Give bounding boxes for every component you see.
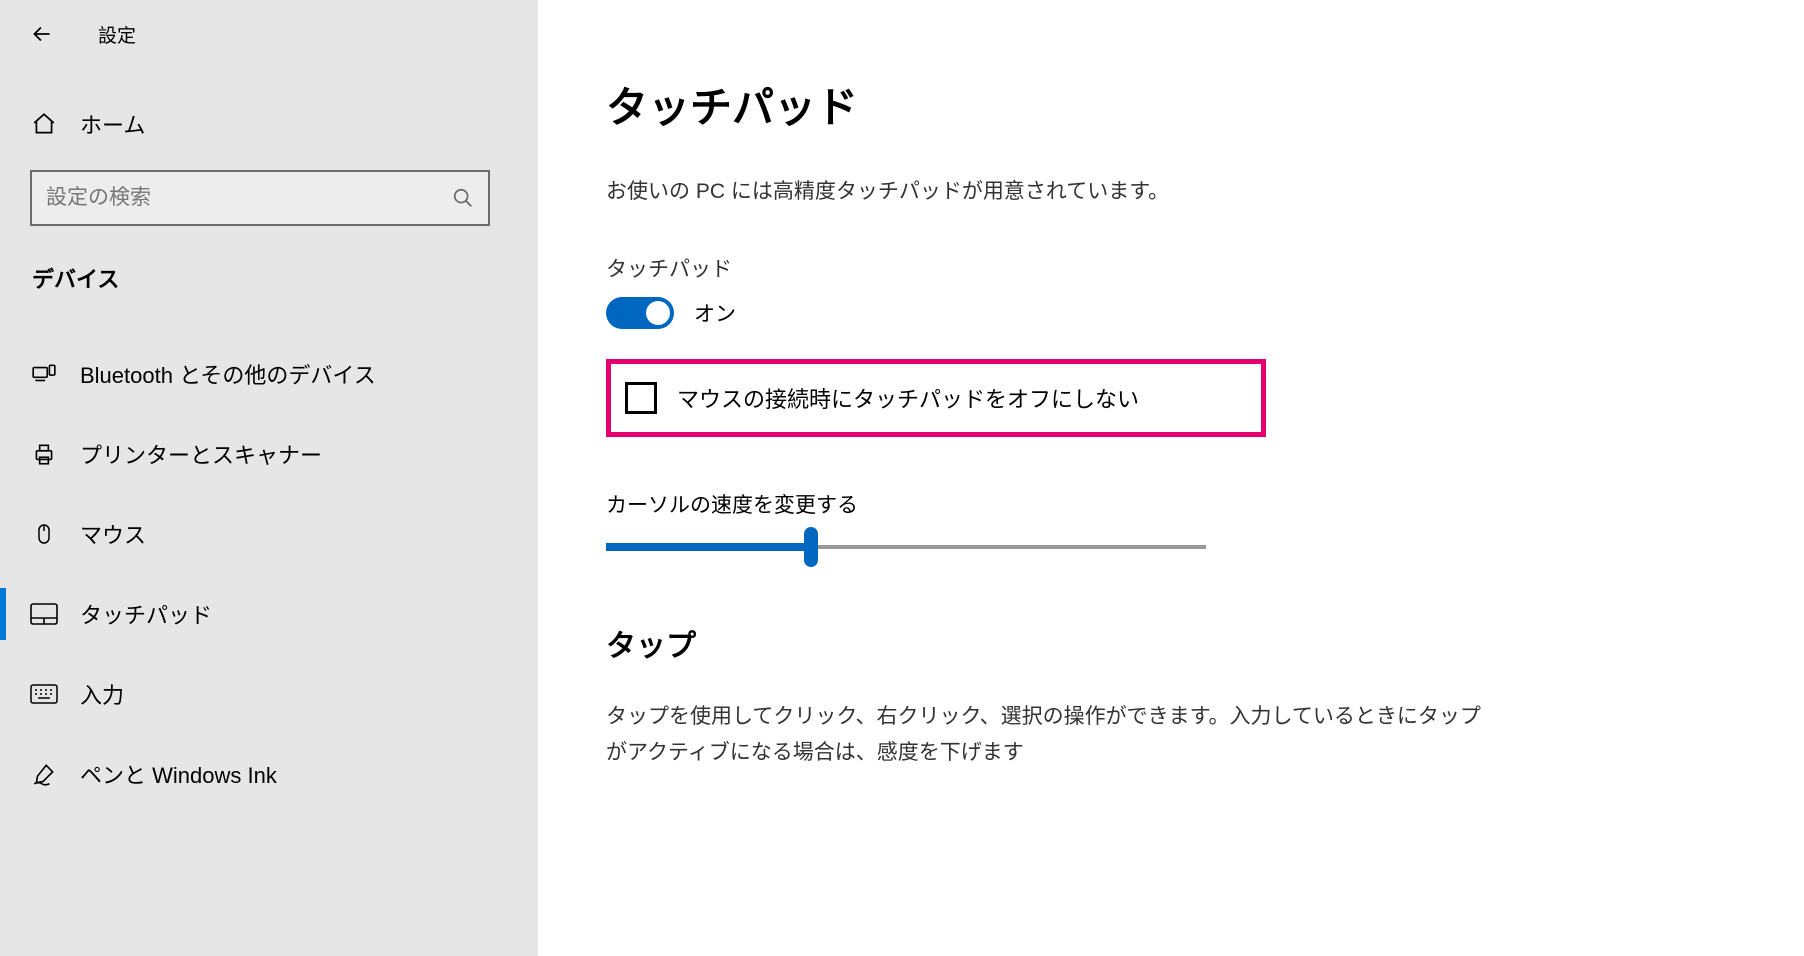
cursor-speed-slider[interactable] (606, 543, 1206, 551)
page-title: タッチパッド (606, 74, 1736, 135)
touchpad-toggle-label: タッチパッド (606, 253, 1736, 283)
slider-fill (606, 543, 812, 551)
tap-section-title: タップ (606, 621, 1736, 665)
sidebar-item-touchpad[interactable]: タッチパッド (0, 574, 538, 654)
devices-icon (30, 361, 58, 387)
touchpad-toggle[interactable] (606, 297, 674, 329)
leave-touchpad-on-label: マウスの接続時にタッチパッドをオフにしない (677, 382, 1139, 414)
nav-label: Bluetooth とその他のデバイス (80, 358, 376, 390)
nav-label: マウス (80, 518, 146, 550)
nav-label: ペンと Windows Ink (80, 758, 277, 790)
toggle-thumb (646, 301, 670, 325)
pen-icon (30, 761, 58, 787)
home-icon (30, 111, 58, 137)
arrow-left-icon (29, 21, 55, 47)
app-title: 設定 (98, 21, 136, 48)
nav-label: 入力 (80, 678, 124, 710)
sidebar-item-mouse[interactable]: マウス (0, 494, 538, 574)
sidebar: 設定 ホーム デバイス (0, 0, 538, 956)
nav-list: Bluetooth とその他のデバイス プリンターとスキャナー マウス (0, 334, 538, 814)
printer-icon (30, 441, 58, 467)
slider-thumb (804, 527, 818, 567)
highlight-annotation: マウスの接続時にタッチパッドをオフにしない (606, 359, 1266, 437)
sidebar-item-printers[interactable]: プリンターとスキャナー (0, 414, 538, 494)
nav-label: タッチパッド (80, 598, 212, 630)
back-button[interactable] (28, 20, 56, 48)
sidebar-item-home[interactable]: ホーム (0, 88, 538, 160)
main-content: タッチパッド お使いの PC には高精度タッチパッドが用意されています。 タッチ… (538, 0, 1804, 956)
precision-touchpad-desc: お使いの PC には高精度タッチパッドが用意されています。 (606, 175, 1736, 205)
sidebar-item-typing[interactable]: 入力 (0, 654, 538, 734)
cursor-speed-label: カーソルの速度を変更する (606, 489, 1736, 519)
toggle-state-label: オン (694, 298, 736, 328)
search-box[interactable] (30, 170, 490, 226)
sidebar-section-label: デバイス (0, 226, 538, 314)
sidebar-item-pen[interactable]: ペンと Windows Ink (0, 734, 538, 814)
search-icon (452, 187, 474, 209)
home-label: ホーム (80, 108, 145, 140)
topbar: 設定 (0, 0, 538, 68)
sidebar-item-bluetooth[interactable]: Bluetooth とその他のデバイス (0, 334, 538, 414)
search-input[interactable] (46, 186, 452, 210)
nav-label: プリンターとスキャナー (80, 438, 322, 470)
keyboard-icon (30, 684, 58, 704)
touchpad-icon (30, 603, 58, 625)
leave-touchpad-on-checkbox[interactable] (625, 382, 657, 414)
tap-section-desc: タップを使用してクリック、右クリック、選択の操作ができます。入力しているときにタ… (606, 699, 1486, 770)
mouse-icon (30, 521, 58, 547)
